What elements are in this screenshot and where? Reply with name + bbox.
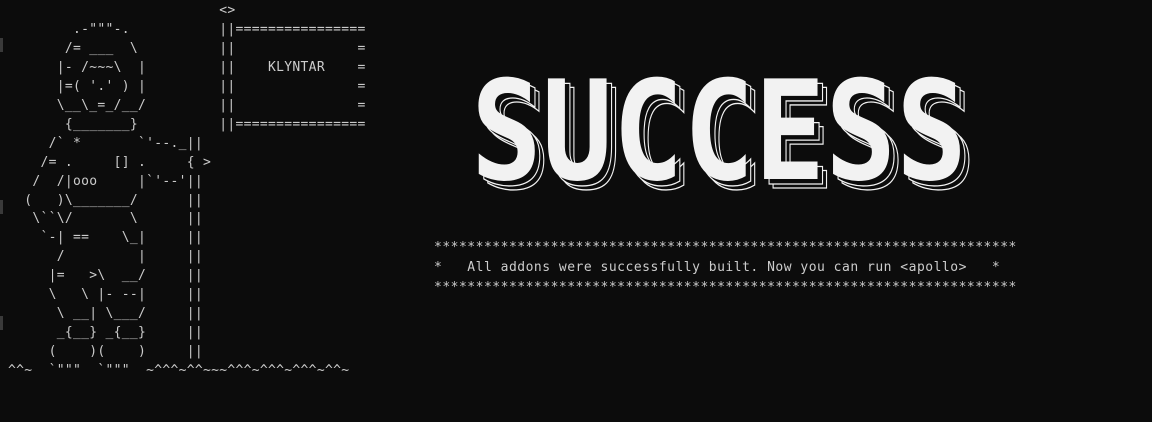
- scrollbar-tick: [0, 200, 3, 214]
- scrollbar-tick: [0, 38, 3, 52]
- message-border-bottom: ****************************************…: [434, 280, 1017, 295]
- ascii-art-knight-with-flag: <> .-"""-. ||================ /= ___ \ |…: [8, 3, 366, 379]
- success-banner: SUCCESS SUCCESS SUCCESS: [466, 75, 978, 191]
- scrollbar-tick: [0, 316, 3, 330]
- message-border-top: ****************************************…: [434, 240, 1017, 255]
- terminal-window[interactable]: <> .-"""-. ||================ /= ___ \ |…: [0, 0, 1152, 422]
- success-message-box: ****************************************…: [434, 238, 1017, 298]
- success-banner-text: SUCCESS: [471, 75, 967, 191]
- success-message-text: * All addons were successfully built. No…: [434, 260, 1001, 275]
